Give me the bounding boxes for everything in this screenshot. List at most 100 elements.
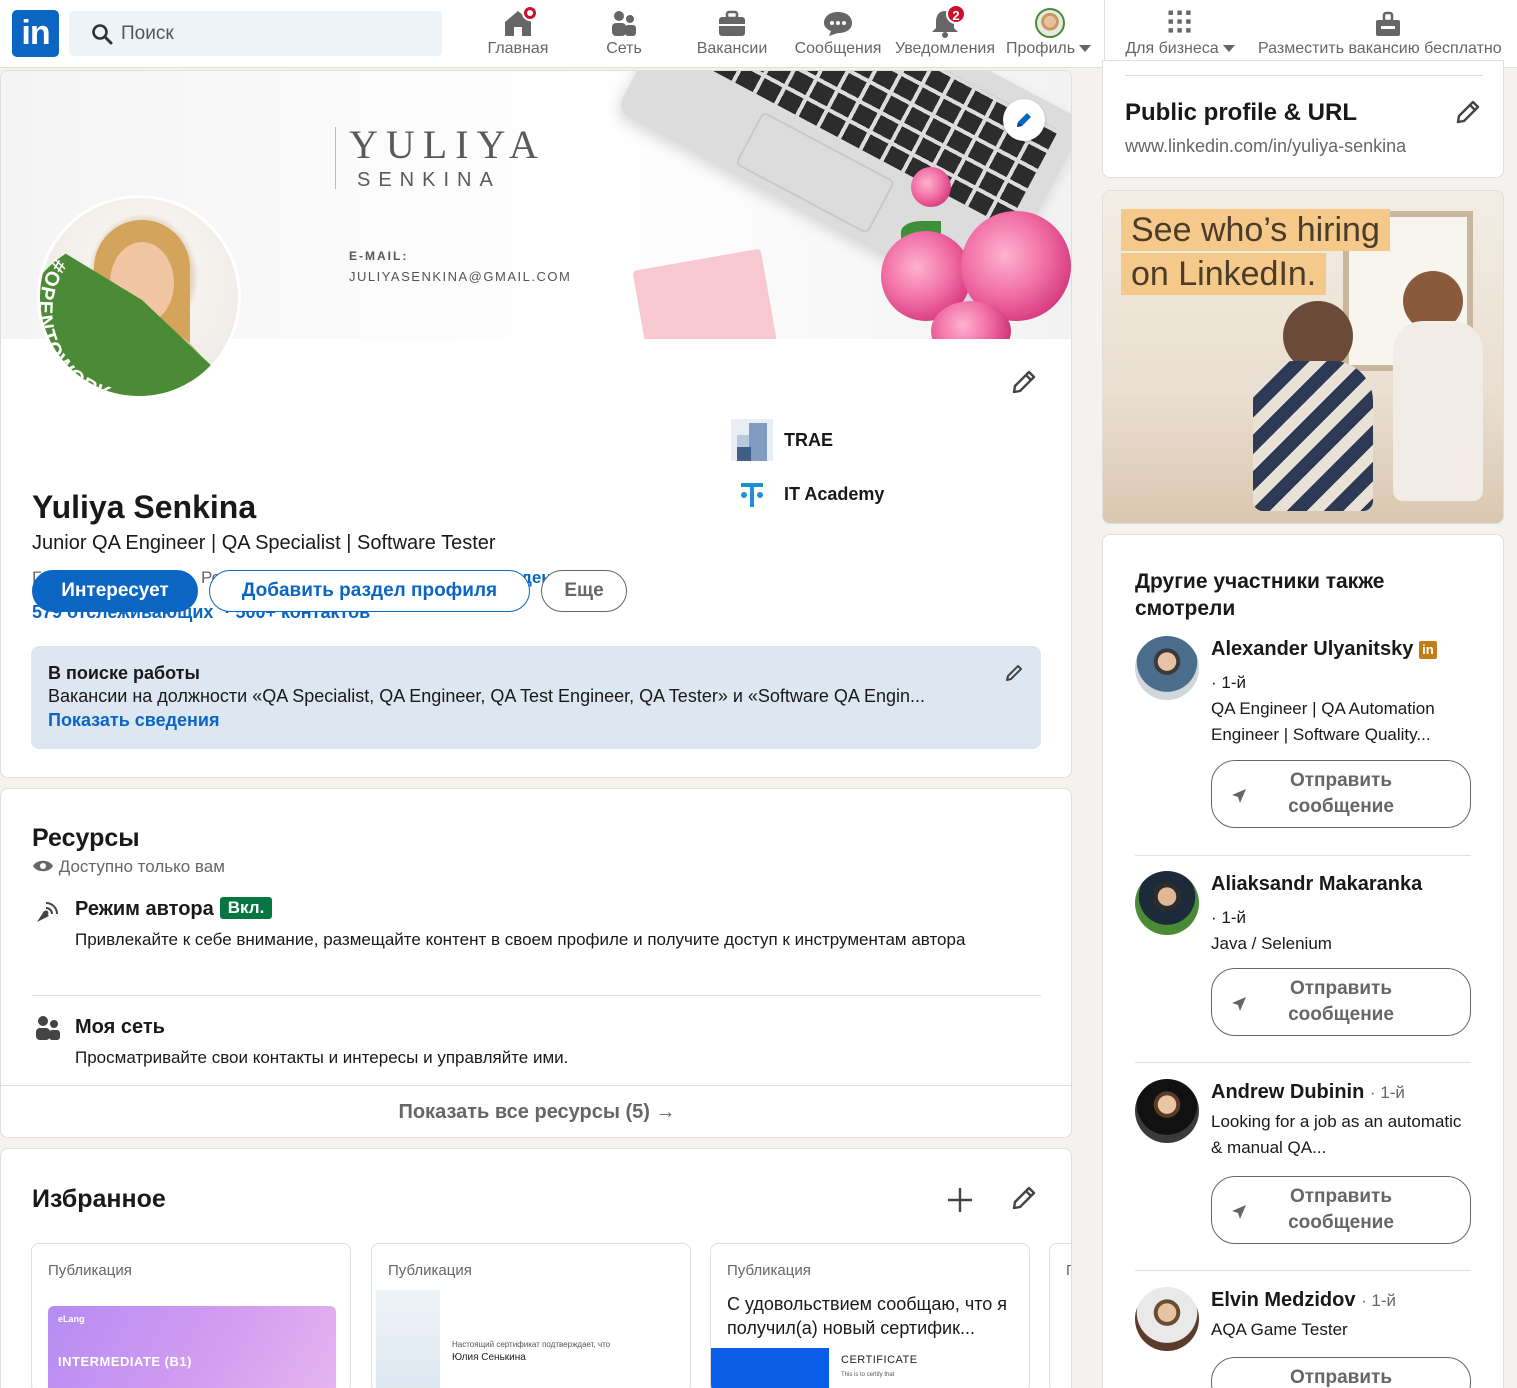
send-message-button[interactable]: Отправить сообщение [1211,968,1471,1036]
my-network-title[interactable]: Моя сеть [75,1016,165,1039]
public-profile-url[interactable]: www.linkedin.com/in/yuliya-senkina [1125,136,1406,157]
person-name[interactable]: Alexander Ulyanitsky in [1211,638,1437,661]
person-avatar[interactable] [1135,871,1199,935]
featured-item[interactable]: Публикация Настоящий сертификат подтверж… [371,1243,691,1388]
featured-kind: П [1066,1262,1071,1279]
nav-messages[interactable]: Сообщения [790,0,886,68]
ad-headline-line1: See who’s hiring [1121,209,1390,251]
person-name-text: Alexander Ulyanitsky [1211,638,1414,660]
chevron-down-icon [1222,45,1235,53]
eye-icon [33,860,53,872]
visibility-note: Доступно только вам [32,857,225,877]
notifications-badge: 2 [946,4,966,24]
featured-thumb [376,1290,440,1388]
person-degree: · 1-й [1369,1083,1405,1102]
public-profile-card: Public profile & URL www.linkedin.com/in… [1102,60,1504,178]
featured-doc-name: Юлия Сенькина [452,1352,526,1363]
school-name: IT Academy [784,484,885,504]
post-job-icon [1376,11,1400,36]
nav-post-job[interactable]: Разместить вакансию бесплатно [1254,0,1517,68]
nav-label: Для бизнеса [1125,40,1219,57]
grid-icon [1168,10,1191,33]
person-entry: Aliaksandr Makaranka · 1-й Java / Seleni… [1135,871,1471,1071]
open-to-work-text: Вакансии на должности «QA Specialist, QA… [48,686,925,706]
profile-avatar [1035,8,1065,38]
person-name[interactable]: Elvin Medzidov · 1-й [1211,1289,1396,1312]
creator-mode-desc: Привлекайте к себе внимание, размещайте … [75,930,966,949]
send-icon [1232,1205,1246,1219]
nav-label: Разместить вакансию бесплатно [1258,40,1502,57]
add-profile-section-button[interactable]: Добавить раздел профиля [209,570,530,612]
my-network-icon [36,1016,60,1040]
send-icon [1232,789,1246,803]
featured-cert-subtitle: This is to certify that [841,1372,895,1378]
divider [1135,1270,1471,1271]
edit-banner-button[interactable] [1003,99,1045,141]
people-also-viewed-card: Другие участники также смотрели Alexande… [1102,534,1504,1388]
featured-item[interactable]: П [1049,1243,1071,1388]
show-details-link[interactable]: Показать сведения [48,710,220,731]
person-name[interactable]: Aliaksandr Makaranka [1211,873,1422,896]
person-headline: AQA Game Tester [1211,1320,1348,1339]
trae-logo-icon [731,419,773,461]
person-degree: · 1-й [1211,673,1246,692]
edit-pencil-icon[interactable] [1003,662,1025,684]
nav-notifications[interactable]: 2 Уведомления [890,0,1000,68]
more-button[interactable]: Еще [541,570,627,612]
person-headline: Looking for a job as an automatic & manu… [1211,1112,1462,1157]
person-avatar[interactable] [1135,1287,1199,1351]
open-to-button[interactable]: Интересует [32,570,198,612]
edit-intro-pencil-icon[interactable] [1009,367,1039,397]
edit-pencil-icon[interactable] [1453,97,1483,127]
nav-profile[interactable]: Профиль [1004,0,1096,68]
profile-card: YULIYA SENKINA E-MAIL: JULIYASENKINA@GMA… [0,70,1072,778]
featured-kind: Публикация [388,1262,472,1279]
person-name-text: Andrew Dubinin [1211,1081,1365,1103]
search-input[interactable] [121,11,421,56]
ad-person-body [1393,321,1483,501]
featured-cert-title: CERTIFICATE [841,1354,918,1366]
resources-title: Ресурсы [32,824,140,852]
divider [1,1085,1071,1086]
person-avatar[interactable] [1135,636,1199,700]
nav-label: Сеть [606,40,642,57]
featured-doc-line: Настоящий сертификат подтверждает, что [452,1340,611,1349]
nav-jobs[interactable]: Вакансии [690,0,774,68]
nav-label: Вакансии [696,40,768,57]
nav-label: Сообщения [794,40,882,57]
divider [1135,855,1471,856]
divider [32,995,1041,996]
search-box[interactable] [69,11,442,56]
person-headline: QA Engineer | QA Automation Engineer | S… [1211,699,1435,744]
send-message-button[interactable]: Отправить сообщение [1211,760,1471,828]
person-name[interactable]: Andrew Dubinin · 1-й [1211,1081,1405,1104]
chevron-down-icon [1079,45,1092,53]
nav-network[interactable]: Сеть [584,0,664,68]
show-all-label: Показать все ресурсы (5) [398,1101,650,1123]
person-avatar[interactable] [1135,1079,1199,1143]
nav-home[interactable]: Главная [474,0,562,68]
person-degree: · 1-й [1361,1291,1397,1310]
add-icon[interactable] [945,1185,975,1215]
public-profile-title: Public profile & URL [1125,99,1358,126]
nav-label: Профиль [1006,40,1076,57]
featured-item[interactable]: Публикация С удовольствием сообщаю, что … [710,1243,1030,1388]
edit-pencil-icon[interactable] [1009,1183,1039,1213]
send-message-button[interactable]: Отправить [1211,1357,1471,1388]
banner-flower [911,167,951,207]
creator-mode-title[interactable]: Режим автора Вкл. [75,897,273,921]
nav-label: Главная [487,40,549,57]
send-message-button[interactable]: Отправить сообщение [1211,1176,1471,1244]
nav-divider [1104,0,1105,68]
featured-title: Избранное [32,1185,166,1213]
linkedin-logo-icon[interactable]: in [12,10,59,57]
person-degree: · 1-й [1211,908,1246,927]
top-nav: in Главная Сеть Вакансии Сообщения 2 Уве… [0,0,1517,68]
hiring-ad[interactable]: See who’s hiring on LinkedIn. [1102,190,1504,524]
profile-name: Yuliya Senkina [32,489,257,525]
profile-photo[interactable]: #OPENTOWORK [37,195,241,399]
show-all-resources-button[interactable]: Показать все ресурсы (5) → [1,1087,1071,1137]
featured-item[interactable]: Публикация eLang INTERMEDIATE (B1) [31,1243,351,1388]
ad-person-body [1253,361,1373,511]
nav-for-business[interactable]: Для бизнеса [1116,0,1244,68]
